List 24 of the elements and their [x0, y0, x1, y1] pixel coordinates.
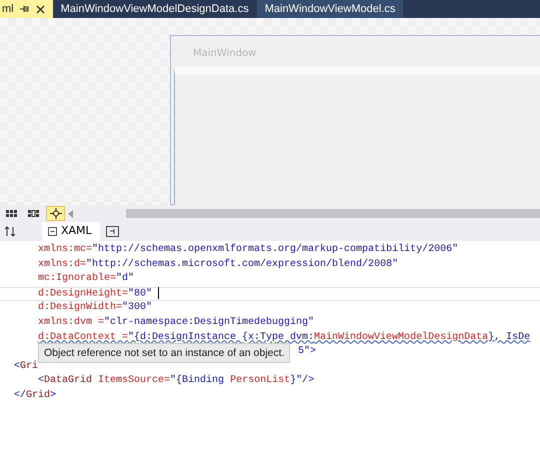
code-line: </Grid>	[14, 390, 56, 401]
document-tab[interactable]: ml	[0, 0, 53, 18]
code-line: xmlns:dvm ="clr-namespace:DesignTimedebugging"	[38, 316, 314, 328]
code-line: mc:Ignorable="d"	[38, 273, 134, 284]
code-line: <DataGrid ItemsSource="{Binding PersonList}"/>	[38, 375, 314, 386]
code-line: 5">	[298, 346, 316, 358]
collapse-icon	[48, 227, 57, 236]
document-tab[interactable]: MainWindowViewModel.cs	[256, 0, 404, 18]
code-line: d:DesignHeight="80"	[38, 288, 152, 300]
horizontal-scrollbar[interactable]	[126, 209, 540, 218]
window-title: MainWindow	[193, 47, 258, 61]
error-tooltip: Object reference not set to an instance of an object.	[38, 343, 290, 363]
close-icon[interactable]	[36, 4, 45, 14]
code-line: xmlns:mc="http://schemas.openxmlformats.org/markup-compatibility/2006"	[38, 244, 458, 255]
code-line: xmlns:d="http://schemas.microsoft.com/expression/blend/2008"	[38, 258, 398, 270]
code-line: <Gri	[14, 360, 38, 372]
editor-tab[interactable]: XAML	[42, 222, 100, 241]
pane-icon[interactable]	[106, 226, 119, 237]
swap-panes-icon[interactable]	[4, 226, 16, 237]
code-line: d:DesignWidth="300"	[38, 302, 152, 314]
pin-icon[interactable]	[20, 5, 30, 13]
code-line: d:DataContext ="{d:DesignInstance {x:Type dvm:MainWindowViewModelDesignData}, IsDe	[38, 332, 530, 343]
crosshair-icon[interactable]	[46, 206, 65, 221]
document-tab[interactable]: MainWindowViewModelDesignData.cs	[52, 0, 257, 18]
